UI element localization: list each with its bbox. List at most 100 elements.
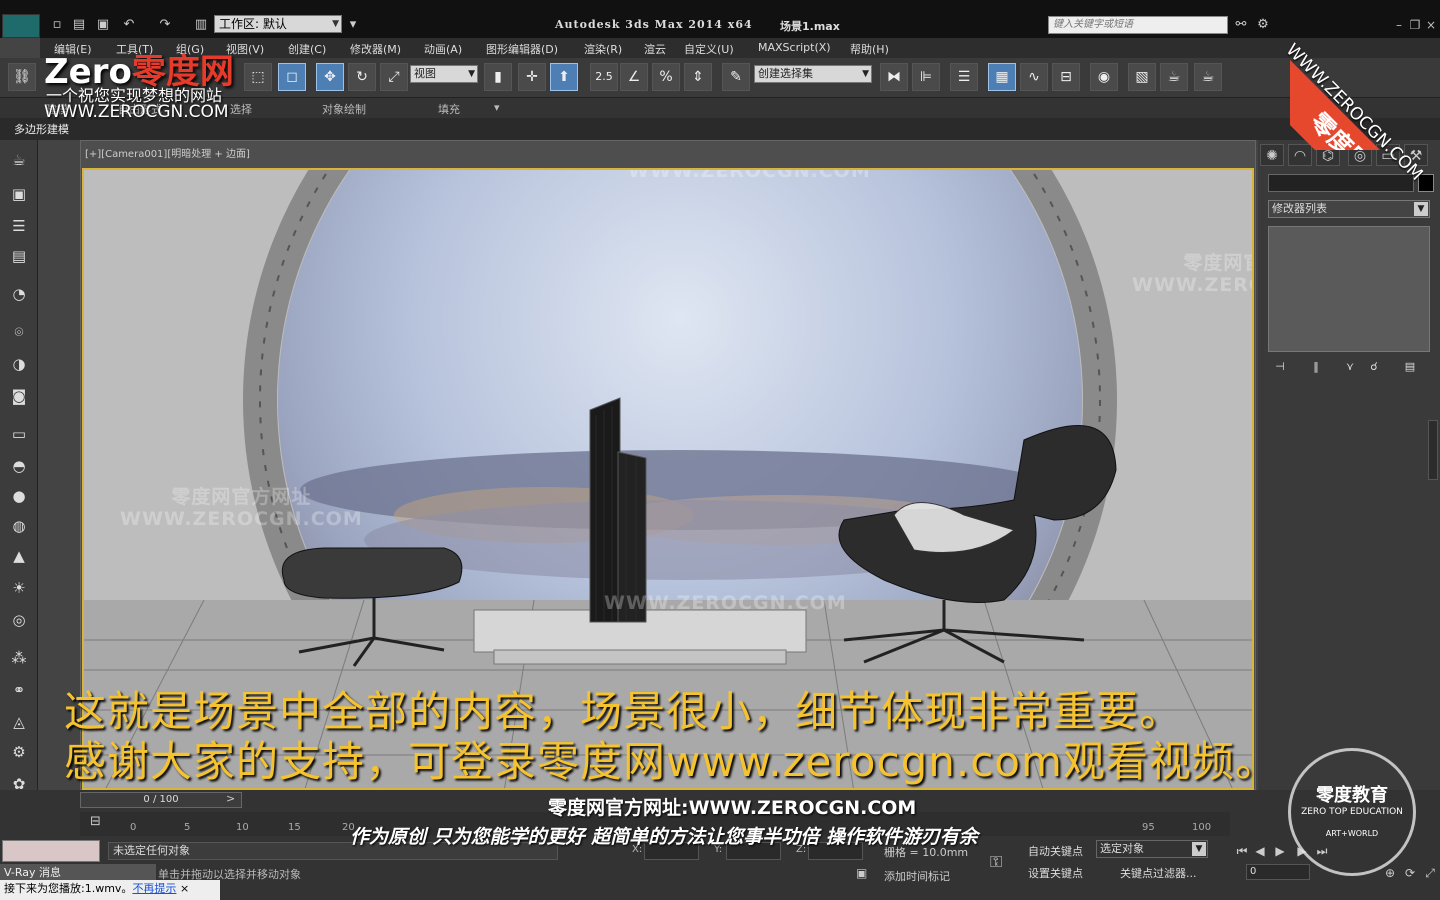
set-key-button[interactable]: 设置关键点	[1028, 865, 1083, 881]
new-file-icon[interactable]: ▫	[48, 16, 66, 34]
edit-named-selection-icon[interactable]: ✎	[722, 63, 750, 91]
menu-help[interactable]: 帮助(H)	[850, 41, 889, 57]
teapot-icon[interactable]: ☕	[6, 148, 32, 172]
subscription-icon[interactable]: ⚙	[1254, 16, 1272, 34]
select-move-icon[interactable]: ✥	[316, 63, 344, 91]
add-time-tag[interactable]: 添加时间标记	[884, 868, 950, 884]
gear-icon[interactable]: ⚙	[6, 740, 32, 764]
maxscript-listener[interactable]	[2, 840, 100, 862]
tab-object-paint[interactable]: 对象绘制	[322, 101, 366, 117]
time-tag-icon[interactable]: ▣	[856, 866, 874, 884]
render-production-icon[interactable]: ☕	[1194, 63, 1222, 91]
key-mode-dropdown[interactable]: 选定对象 ▼	[1096, 840, 1208, 858]
manipulate-icon[interactable]: ✛	[518, 63, 546, 91]
reference-coord-dropdown[interactable]: 视图 ▼	[410, 65, 478, 83]
project-folder-icon[interactable]: ▥	[192, 16, 210, 34]
snap-toggle-icon[interactable]: 2.5	[590, 63, 618, 91]
sphere-icon[interactable]: ●	[6, 484, 32, 508]
geosphere-icon[interactable]: ◍	[6, 514, 32, 538]
time-slider[interactable]: 0 / 100	[80, 792, 242, 808]
menu-customize[interactable]: 自定义(U)	[684, 41, 734, 57]
menu-graph-editors[interactable]: 图形编辑器(D)	[486, 41, 558, 57]
notice-close-icon[interactable]: ×	[180, 882, 189, 895]
menu-rendering[interactable]: 渲染(R)	[584, 41, 622, 57]
keyboard-shortcut-override-icon[interactable]: ⬆	[550, 63, 578, 91]
save-icon[interactable]: ▣	[94, 16, 112, 34]
key-icon[interactable]: ⚿	[990, 852, 1002, 872]
open-file-icon[interactable]: ▤	[70, 16, 88, 34]
mini-curve-editor-icon[interactable]: ⊟	[90, 814, 110, 834]
orbit-icon[interactable]: ⟳	[1400, 864, 1420, 882]
menu-maxscript[interactable]: MAXScript(X)	[758, 41, 831, 54]
rect-selection-region-icon[interactable]: ⬚	[244, 63, 272, 91]
pin-stack-icon[interactable]: ⊣	[1270, 360, 1290, 376]
material-editor-icon[interactable]: ◉	[1090, 63, 1118, 91]
render-setup-icon[interactable]: ▧	[1128, 63, 1156, 91]
modifier-stack[interactable]	[1268, 226, 1430, 352]
tab-populate[interactable]: 填充	[438, 101, 460, 117]
create-tab-icon[interactable]: ✺	[1260, 144, 1284, 166]
link-icon[interactable]: ⛓	[8, 63, 36, 91]
sun-icon[interactable]: ☀	[6, 576, 32, 600]
percent-snap-icon[interactable]: %	[652, 63, 680, 91]
maximize-viewport-icon[interactable]: ⤢	[1420, 864, 1440, 882]
graphite-toggle-icon[interactable]: ▦	[988, 63, 1016, 91]
layer-manager-icon[interactable]: ☰	[950, 63, 978, 91]
angle-snap-icon[interactable]: ∠	[620, 63, 648, 91]
binoculars-icon[interactable]: ⚯	[1232, 16, 1250, 34]
select-rotate-icon[interactable]: ↻	[348, 63, 376, 91]
image-icon[interactable]: ▣	[6, 182, 32, 206]
ribbon-options-icon[interactable]: ▾	[494, 101, 500, 114]
key-filters-button[interactable]: 关键点过滤器...	[1120, 865, 1197, 881]
sphere-half-icon[interactable]: ◑	[6, 352, 32, 376]
menu-modifiers[interactable]: 修改器(M)	[350, 41, 401, 57]
next-frame-icon[interactable]: >	[226, 792, 235, 805]
schematic-view-icon[interactable]: ⊟	[1052, 63, 1080, 91]
current-frame-field[interactable]: 0	[1246, 864, 1310, 880]
modifier-list-dropdown[interactable]: 修改器列表 ▼	[1268, 200, 1430, 218]
select-object-icon[interactable]: ◻	[278, 63, 306, 91]
redo-icon[interactable]: ↷	[156, 16, 174, 34]
menu-animation[interactable]: 动画(A)	[424, 41, 462, 57]
molecule-icon[interactable]: ⚭	[6, 678, 32, 702]
camera-icon[interactable]: ⌾	[6, 320, 32, 344]
dome-icon[interactable]: ◓	[6, 454, 32, 478]
go-to-start-icon[interactable]: ⏮	[1232, 842, 1252, 860]
list-icon[interactable]: ☰	[6, 214, 32, 238]
configure-sets-icon[interactable]: ▤	[1400, 360, 1420, 376]
prism-icon[interactable]: ◬	[6, 710, 32, 734]
polygon-modeling-label[interactable]: 多边形建模	[14, 121, 69, 137]
table-icon[interactable]: ▤	[6, 244, 32, 268]
render-frame-icon[interactable]: ☕	[1160, 63, 1188, 91]
mirror-icon[interactable]: ⧓	[880, 63, 908, 91]
play-icon[interactable]: ▶	[1270, 842, 1290, 860]
workspace-dropdown[interactable]: 工作区: 默认 ▼	[214, 15, 342, 33]
viewport-label[interactable]: [+][Camera001][明暗处理 + 边面]	[85, 145, 250, 160]
plane-icon[interactable]: ▭	[6, 422, 32, 446]
object-name-input[interactable]	[1268, 174, 1414, 192]
dont-show-again-link[interactable]: 不再提示	[132, 882, 176, 895]
pivot-center-icon[interactable]: ▮	[484, 63, 512, 91]
make-unique-icon[interactable]: ⋎	[1340, 360, 1360, 376]
show-end-result-icon[interactable]: ‖	[1306, 360, 1326, 376]
video-camera-icon[interactable]: ◙	[6, 384, 32, 408]
curve-editor-icon[interactable]: ∿	[1020, 63, 1048, 91]
particles-icon[interactable]: ⁂	[6, 646, 32, 670]
previous-frame-icon[interactable]: ◀	[1250, 842, 1270, 860]
cone-icon[interactable]: ▲	[6, 544, 32, 568]
help-search-input[interactable]: 键入关键字或短语	[1048, 16, 1228, 34]
auto-key-button[interactable]: 自动关键点	[1028, 843, 1083, 859]
align-icon[interactable]: ⊫	[912, 63, 940, 91]
spinner-snap-icon[interactable]: ⇕	[684, 63, 712, 91]
named-selection-dropdown[interactable]: 创建选择集 ▼	[754, 65, 872, 83]
panel-scrollbar[interactable]	[1428, 420, 1438, 480]
remove-modifier-icon[interactable]: ☌	[1364, 360, 1384, 376]
undo-icon[interactable]: ↶	[120, 16, 138, 34]
app-menu-button[interactable]	[2, 14, 40, 38]
light-icon[interactable]: ◔	[6, 282, 32, 306]
quick-access-dropdown-icon[interactable]: ▾	[344, 16, 362, 34]
tab-selection[interactable]: 选择	[230, 101, 252, 117]
select-scale-icon[interactable]: ⤢	[380, 63, 408, 91]
menu-create[interactable]: 创建(C)	[288, 41, 326, 57]
ball-icon[interactable]: ◎	[6, 608, 32, 632]
